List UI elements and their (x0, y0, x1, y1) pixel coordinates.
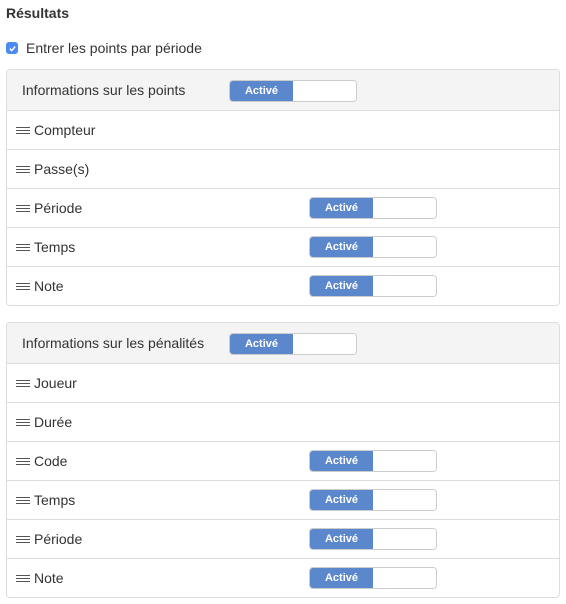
list-item[interactable]: Période Activé (7, 520, 559, 559)
drag-handle-icon[interactable] (16, 419, 30, 427)
penalties-rows: Joueur Durée Code Activé Temps Activé Période A… (7, 364, 559, 597)
period-checkbox[interactable] (6, 42, 18, 54)
row-label: Compteur (34, 122, 96, 138)
row-label: Passe(s) (34, 161, 90, 177)
toggle-off-area (373, 198, 436, 218)
list-item[interactable]: Période Activé (7, 189, 559, 228)
drag-handle-icon[interactable] (16, 536, 30, 544)
drag-handle-icon[interactable] (16, 166, 30, 174)
toggle-on-label: Activé (310, 490, 373, 510)
toggle-off-area (293, 334, 356, 354)
penalties-panel-title: Informations sur les pénalités (22, 335, 205, 351)
toggle-on-label: Activé (230, 81, 293, 101)
toggle-off-area (373, 451, 436, 471)
row-label: Temps (34, 492, 76, 508)
points-panel-header: Informations sur les points Activé (7, 70, 559, 111)
row-label: Joueur (34, 375, 77, 391)
drag-handle-icon[interactable] (16, 497, 30, 505)
penalties-panel: Informations sur les pénalités Activé Jo… (6, 322, 560, 598)
row-label: Code (34, 453, 68, 469)
row-label: Note (34, 570, 64, 586)
list-item[interactable]: Compteur (7, 111, 559, 150)
toggle-off-area (373, 529, 436, 549)
row-label: Période (34, 531, 83, 547)
points-rows: Compteur Passe(s) Période Activé Temps Activé… (7, 111, 559, 305)
toggle-off-area (373, 568, 436, 588)
toggle-on-label: Activé (310, 237, 373, 257)
checkmark-icon (8, 45, 16, 52)
list-item[interactable]: Passe(s) (7, 150, 559, 189)
points-panel-title: Informations sur les points (22, 82, 186, 98)
drag-handle-icon[interactable] (16, 458, 30, 466)
toggle-off-area (373, 237, 436, 257)
list-item[interactable]: Note Activé (7, 267, 559, 305)
list-item[interactable]: Code Activé (7, 442, 559, 481)
row-toggle[interactable]: Activé (309, 528, 437, 550)
points-panel: Informations sur les points Activé Compt… (6, 69, 560, 306)
penalties-panel-toggle[interactable]: Activé (229, 333, 357, 355)
row-toggle[interactable]: Activé (309, 236, 437, 258)
row-toggle[interactable]: Activé (309, 450, 437, 472)
row-label: Période (34, 200, 83, 216)
points-panel-toggle[interactable]: Activé (229, 80, 357, 102)
toggle-on-label: Activé (310, 198, 373, 218)
drag-handle-icon[interactable] (16, 127, 30, 135)
toggle-on-label: Activé (310, 276, 373, 296)
list-item[interactable]: Temps Activé (7, 481, 559, 520)
row-label: Durée (34, 414, 73, 430)
period-checkbox-label: Entrer les points par période (26, 40, 202, 56)
toggle-off-area (373, 490, 436, 510)
toggle-on-label: Activé (310, 529, 373, 549)
toggle-on-label: Activé (310, 451, 373, 471)
toggle-on-label: Activé (310, 568, 373, 588)
row-toggle[interactable]: Activé (309, 197, 437, 219)
row-toggle[interactable]: Activé (309, 567, 437, 589)
row-label: Temps (34, 239, 76, 255)
drag-handle-icon[interactable] (16, 575, 30, 583)
toggle-off-area (293, 81, 356, 101)
list-item[interactable]: Note Activé (7, 559, 559, 597)
row-toggle[interactable]: Activé (309, 489, 437, 511)
drag-handle-icon[interactable] (16, 244, 30, 252)
drag-handle-icon[interactable] (16, 380, 30, 388)
penalties-panel-header: Informations sur les pénalités Activé (7, 323, 559, 364)
toggle-off-area (373, 276, 436, 296)
section-title: Résultats (6, 5, 70, 21)
list-item[interactable]: Temps Activé (7, 228, 559, 267)
period-checkbox-row[interactable]: Entrer les points par période (6, 40, 202, 56)
row-label: Note (34, 278, 64, 294)
toggle-on-label: Activé (230, 334, 293, 354)
list-item[interactable]: Durée (7, 403, 559, 442)
row-toggle[interactable]: Activé (309, 275, 437, 297)
drag-handle-icon[interactable] (16, 283, 30, 291)
drag-handle-icon[interactable] (16, 205, 30, 213)
list-item[interactable]: Joueur (7, 364, 559, 403)
